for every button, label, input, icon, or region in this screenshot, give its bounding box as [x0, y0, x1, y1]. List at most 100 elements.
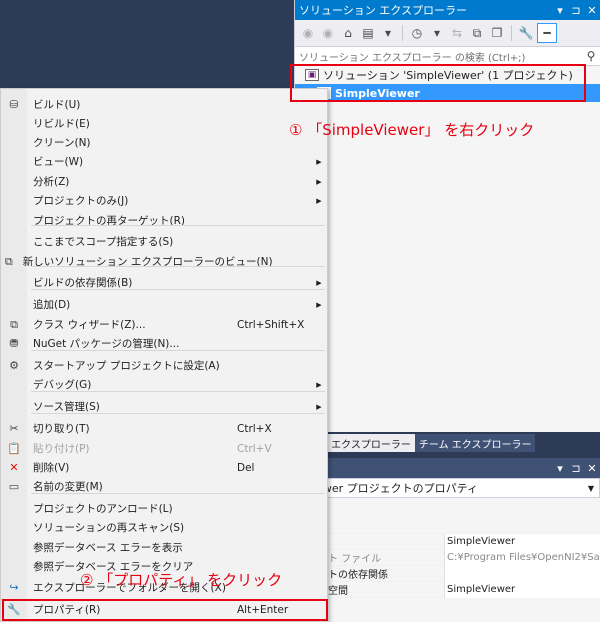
property-category[interactable]: 他 [294, 518, 600, 534]
annotation-step2: ② 「プロパティ」 をクリック [80, 571, 283, 589]
menu-item-add[interactable]: 追加(D) ▶ [1, 295, 327, 314]
menu-item-project-only[interactable]: プロジェクトのみ(J) ▶ [1, 191, 327, 210]
menu-item-label: 追加(D) [33, 299, 71, 311]
menu-item-label: ビュー(W) [33, 156, 84, 168]
menu-item-view[interactable]: ビュー(W) ▶ [1, 152, 327, 171]
menu-item-label: クラス ウィザード(Z)... [33, 319, 146, 331]
gear-icon: ⚙ [9, 359, 19, 372]
menu-item-unload-project[interactable]: プロジェクトのアンロード(L) [1, 499, 327, 518]
solution-explorer-titlebar: ソリューション エクスプローラー ▾ ⊐ ✕ [295, 0, 600, 20]
menu-item-shortcut: Ctrl+X [237, 422, 272, 435]
annotation-box-project [290, 64, 586, 102]
annotation-step1: ① 「SimpleViewer」 を右クリック [289, 121, 535, 139]
menu-item-scope-to-this[interactable]: ここまでスコープ指定する(S) [1, 232, 327, 251]
menu-item-label: ソース管理(S) [33, 401, 100, 413]
menu-item-clean[interactable]: クリーン(N) [1, 133, 327, 152]
toolbar-separator [402, 25, 403, 41]
dropdown-icon[interactable]: ▾ [552, 4, 568, 17]
property-row[interactable]: 前) SimpleViewer [294, 533, 600, 550]
property-row[interactable]: ジェクトの依存関係 [294, 565, 600, 582]
menu-item-label: 切り取り(T) [33, 423, 90, 435]
clipboard-icon: 📋 [7, 442, 21, 455]
property-row[interactable]: ト名前空間 SimpleViewer [294, 581, 600, 598]
pin-icon[interactable]: ⊐ [568, 462, 584, 475]
build-icon: ⛁ [9, 98, 19, 111]
menu-item-rebuild[interactable]: リビルド(E) [1, 114, 327, 133]
menu-separator [31, 266, 325, 267]
tab-team-explorer[interactable]: チーム エクスプローラー [414, 434, 536, 452]
back-icon[interactable]: ◉ [299, 23, 317, 43]
menu-item-shortcut: Del [237, 461, 255, 474]
search-icon[interactable]: ⚲ [582, 49, 600, 63]
property-row[interactable]: ジェクト ファイル C:¥Program Files¥OpenNI2¥Samp [294, 549, 600, 566]
menu-item-label: 分析(Z) [33, 176, 70, 188]
switch-view-icon[interactable]: ▤ [359, 23, 377, 43]
menu-item-analyze[interactable]: 分析(Z) ▶ [1, 172, 327, 191]
menu-item-label: 貼り付け(P) [33, 443, 90, 455]
pin-icon[interactable]: ⊐ [568, 4, 584, 17]
menu-item-shortcut: Ctrl+Shift+X [237, 318, 305, 331]
menu-item-new-explorer-view[interactable]: ⧉ 新しいソリューション エクスプローラーのビュー(N) [1, 252, 327, 271]
submenu-arrow-icon: ▶ [316, 177, 322, 186]
chevron-down-icon[interactable]: ▾ [428, 23, 446, 43]
property-value[interactable]: C:¥Program Files¥OpenNI2¥Samp [444, 549, 600, 566]
pending-changes-icon[interactable]: ◷ [408, 23, 426, 43]
nuget-icon: ⛃ [9, 337, 19, 350]
menu-item-label: ここまでスコープ指定する(S) [33, 236, 174, 248]
forward-icon[interactable]: ◉ [319, 23, 337, 43]
properties-object-selector[interactable]: eViewer プロジェクトのプロパティ ▼ [294, 478, 600, 498]
menu-item-label: プロジェクトのアンロード(L) [33, 503, 173, 515]
property-value[interactable] [444, 565, 600, 582]
submenu-arrow-icon: ▶ [316, 278, 322, 287]
menu-item-label: クリーン(N) [33, 137, 91, 149]
menu-item-label: 参照データベース エラーを表示 [33, 542, 183, 554]
dropdown-icon[interactable]: ▾ [552, 462, 568, 475]
menu-item-retarget[interactable]: プロジェクトの再ターゲット(R) [1, 211, 327, 230]
chevron-down-icon[interactable]: ▾ [379, 23, 397, 43]
menu-item-set-startup[interactable]: ⚙ スタートアップ プロジェクトに設定(A) [1, 356, 327, 375]
menu-item-label: 削除(V) [33, 462, 70, 474]
collapse-all-icon[interactable]: ⧉ [468, 23, 486, 43]
menu-item-build[interactable]: ⛁ ビルド(U) [1, 95, 327, 114]
scissors-icon: ✂ [9, 422, 19, 435]
close-icon[interactable]: ✕ [584, 4, 600, 17]
properties-title: ティ [298, 460, 552, 476]
submenu-arrow-icon: ▶ [316, 402, 322, 411]
class-wizard-icon: ⧉ [10, 317, 18, 331]
menu-item-rescan-solution[interactable]: ソリューションの再スキャン(S) [1, 518, 327, 537]
menu-item-show-browse-db-errors[interactable]: 参照データベース エラーを表示 [1, 538, 327, 557]
home-icon[interactable]: ⌂ [339, 23, 357, 43]
menu-separator [31, 413, 325, 414]
solution-explorer-search[interactable]: ソリューション エクスプローラー の検索 (Ctrl+;) ⚲ [295, 46, 600, 66]
property-grid: 他 前) SimpleViewer ジェクト ファイル C:¥Program F… [294, 518, 600, 598]
menu-item-label: 名前の変更(M) [33, 481, 103, 493]
sync-icon[interactable]: ⇆ [448, 23, 466, 43]
menu-item-class-wizard[interactable]: ⧉ クラス ウィザード(Z)... Ctrl+Shift+X [1, 315, 327, 334]
close-icon[interactable]: ✕ [584, 462, 600, 475]
new-view-icon: ⧉ [4, 254, 13, 268]
show-all-files-icon[interactable]: ❐ [488, 23, 506, 43]
menu-item-cut[interactable]: ✂ 切り取り(T) Ctrl+X [1, 419, 327, 438]
menu-item-paste[interactable]: 📋 貼り付け(P) Ctrl+V [1, 439, 327, 458]
property-value[interactable]: SimpleViewer [444, 581, 600, 598]
property-value[interactable]: SimpleViewer [444, 533, 600, 550]
menu-item-delete[interactable]: ✕ 削除(V) Del [1, 458, 327, 477]
properties-titlebar: ティ ▾ ⊐ ✕ [294, 458, 600, 478]
category-label: 他 [294, 518, 600, 533]
menu-item-label: ソリューションの再スキャン(S) [33, 522, 185, 534]
menu-separator [31, 350, 325, 351]
menu-item-label: ビルド(U) [33, 99, 81, 111]
menu-separator [31, 391, 325, 392]
toolbar-separator [511, 25, 512, 41]
menu-separator [31, 493, 325, 494]
delete-x-icon: ✕ [9, 461, 19, 474]
chevron-down-icon[interactable]: ▼ [583, 484, 599, 493]
solution-explorer-toolbar: ◉ ◉ ⌂ ▤ ▾ ◷ ▾ ⇆ ⧉ ❐ 🔧 ━ [295, 20, 600, 46]
preview-selected-icon[interactable]: ━ [537, 23, 557, 43]
submenu-arrow-icon: ▶ [316, 157, 322, 166]
properties-toolbar: ↓ 🔧 [294, 498, 600, 518]
search-input[interactable]: ソリューション エクスプローラー の検索 (Ctrl+;) [299, 49, 582, 64]
annotation-box-properties [2, 599, 328, 621]
wrench-icon[interactable]: 🔧 [517, 23, 535, 43]
submenu-arrow-icon: ▶ [316, 300, 322, 309]
